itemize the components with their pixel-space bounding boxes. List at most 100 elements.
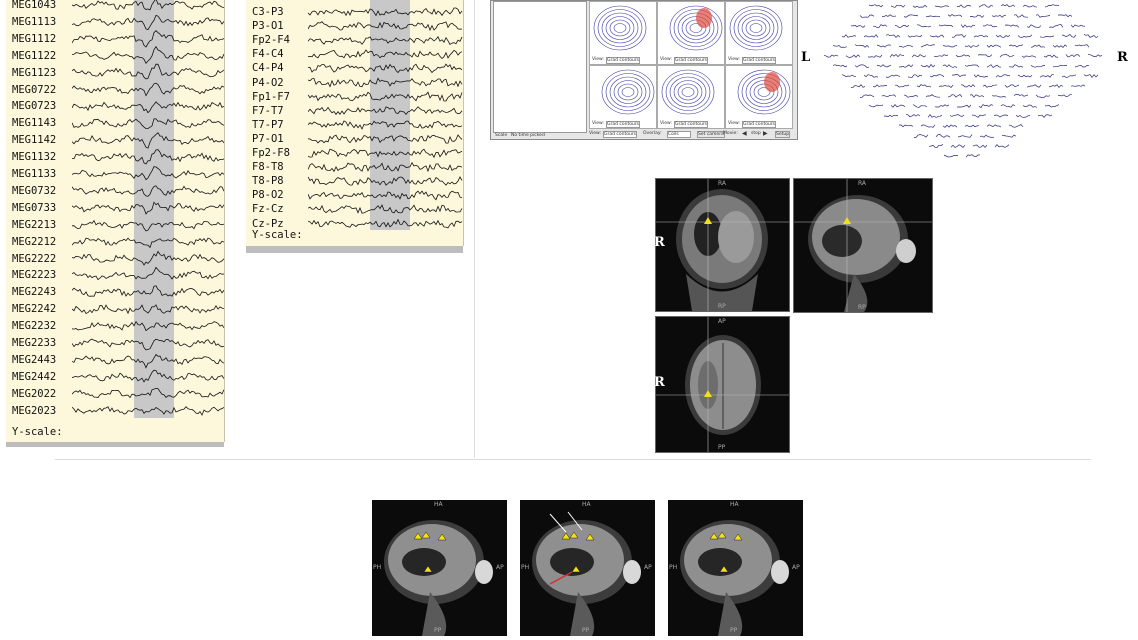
meg-trace-panel: MEG1043 MEG1113 MEG1112 MEG1122 MEG1123 MEG07… [6, 0, 225, 442]
sensor-trace [969, 94, 985, 98]
map-view-label: View: [592, 121, 604, 126]
movie-play-icon[interactable]: ▶ [763, 130, 768, 137]
meg-channel-label: MEG2242 [12, 303, 57, 316]
eeg-trace-panel: C3-P3 P3-O1 Fp2-F4 F4-C4 C4-P4 P4-O2 Fp1-F7 F7-… [246, 0, 464, 246]
sensor-trace [911, 54, 927, 58]
sensor-trace [1008, 64, 1024, 68]
topography-window: Scale No time picked View: Grad contours V… [490, 0, 798, 140]
sensor-trace [1008, 124, 1024, 128]
sagittal-slice [794, 179, 932, 312]
sensor-trace [950, 144, 966, 149]
topography-map[interactable]: View: Grad contours [725, 65, 793, 129]
meg-panel-scrollbar[interactable] [6, 442, 224, 447]
topography-map[interactable]: View: Grad contours [589, 1, 657, 65]
map-view-select[interactable]: Grad contours [674, 57, 709, 64]
sensor-trace [881, 94, 897, 97]
meg-channel-label: MEG2212 [12, 235, 57, 248]
sensor-trace [1043, 54, 1059, 58]
eeg-traces [308, 0, 463, 230]
sensor-trace [925, 15, 941, 18]
meg-channel-label: MEG2443 [12, 353, 57, 366]
sensor-trace [889, 53, 905, 58]
sensor-trace [832, 45, 848, 48]
map-view-select[interactable]: Grad contours [674, 121, 709, 128]
sensor-trace [957, 134, 973, 138]
sensor-trace [1057, 94, 1072, 97]
sensor-trace [1065, 54, 1081, 58]
map-view-select[interactable]: Grad contours [742, 57, 777, 64]
movie-stop-button[interactable]: stop [751, 131, 761, 136]
axial-slice [656, 317, 789, 452]
bottom-view-select[interactable]: Grad contours [603, 131, 638, 138]
sensor-trace [850, 84, 866, 88]
meg-channel-label: MEG1043 [12, 0, 57, 11]
sensor-trace [938, 84, 954, 88]
sensor-trace [1013, 94, 1029, 97]
sensor-trace [929, 34, 945, 38]
overlay-select[interactable]: Coils [667, 131, 691, 138]
set-camera-button[interactable]: Set camera [697, 131, 725, 138]
sagittal-bottom-label: PP [730, 627, 738, 634]
topography-map[interactable]: View: Grad contours [589, 65, 657, 129]
sensor-trace [993, 114, 1009, 118]
sensor-trace [986, 64, 1002, 68]
sensor-trace [907, 74, 923, 78]
sensor-trace [973, 34, 989, 38]
sensor-trace [934, 104, 950, 108]
setup-button[interactable]: Setup [775, 131, 791, 138]
sensor-trace [823, 54, 839, 58]
meg-channel-label: MEG2223 [12, 269, 57, 282]
eeg-channel-label: P8-O2 [252, 189, 284, 202]
movie-label: Movie: [723, 131, 738, 136]
meg-channel-label: MEG1123 [12, 66, 57, 79]
sensor-trace [1001, 134, 1017, 138]
sensor-trace [916, 84, 932, 88]
sagittal-right-label: AP [792, 564, 800, 571]
map-view-select[interactable]: Grad contours [742, 121, 777, 128]
meg-channel-label: MEG1122 [12, 49, 57, 62]
sensor-trace [986, 124, 1002, 128]
eeg-channel-label: P4-O2 [252, 76, 284, 89]
sagittal-mri-image: HA PH AP PP [520, 500, 655, 636]
sensor-trace [1052, 64, 1067, 68]
sensor-trace [991, 14, 1007, 18]
sensor-trace [1074, 65, 1090, 68]
topography-map[interactable]: View: Grad contours [657, 1, 725, 65]
sensor-trace [898, 124, 914, 128]
overlay-label: Overlay: [643, 131, 662, 136]
sensor-trace [867, 54, 883, 58]
sensor-trace [1015, 115, 1031, 118]
sensor-trace [1057, 14, 1073, 18]
sensor-trace [999, 54, 1015, 58]
sensor-trace [934, 5, 950, 8]
sensor-trace [972, 114, 987, 118]
sagittal-bottom-label: PP [434, 627, 442, 634]
sensor-trace [964, 124, 980, 128]
sensor-trace [1061, 34, 1077, 38]
sensor-trace [942, 44, 958, 48]
status-scale: Scale [495, 133, 508, 138]
status-time: No time picked [511, 133, 545, 138]
map-view-select[interactable]: Grad contours [606, 121, 641, 128]
sensor-trace [1061, 74, 1077, 78]
sensor-trace [977, 54, 993, 57]
map-view-select[interactable]: Grad contours [606, 57, 641, 64]
sensor-trace [872, 24, 888, 28]
sensor-trace [982, 84, 998, 88]
topography-list-pane[interactable] [493, 1, 587, 133]
sensor-trace [956, 104, 972, 108]
sensor-trace [1035, 14, 1051, 18]
meg-traces [72, 0, 224, 418]
topography-map[interactable]: View: Grad contours [657, 65, 725, 129]
eeg-channel-label: Fp2-F4 [252, 34, 290, 47]
sensor-trace [854, 44, 870, 48]
sensor-trace [1083, 74, 1099, 79]
topography-map[interactable]: View: Grad contours [725, 1, 793, 65]
sagittal-mri-image: HA PH AP PP [668, 500, 803, 636]
sagittal-top-label: HA [582, 501, 591, 508]
movie-back-icon[interactable]: ◀ [742, 130, 747, 137]
eeg-panel-scrollbar[interactable] [246, 246, 463, 253]
sensor-trace [986, 44, 1002, 48]
axial-bottom-label: PP [718, 444, 726, 451]
sensor-trace [1017, 74, 1033, 78]
